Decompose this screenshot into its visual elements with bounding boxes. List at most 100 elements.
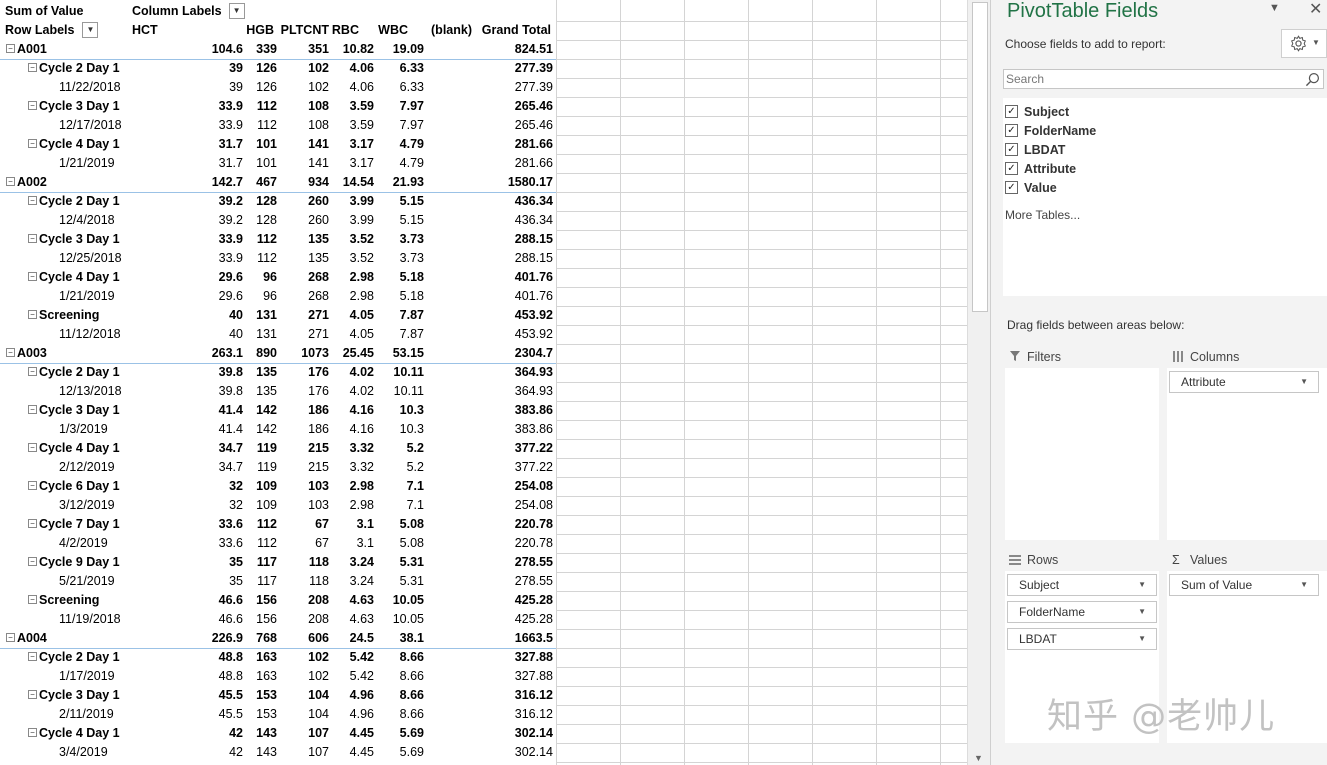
scrollbar-thumb[interactable]	[972, 2, 988, 312]
collapse-icon[interactable]: −	[28, 519, 37, 529]
subject-row[interactable]: − A002 142.7 467 934 14.54 21.93 1580.17	[0, 173, 556, 193]
value-cell-hgb[interactable]: 112	[217, 116, 277, 135]
value-cell-hgb[interactable]: 142	[217, 420, 277, 439]
tools-button[interactable]: ▼	[1281, 29, 1327, 58]
columns-area[interactable]: Attribute ▼	[1167, 368, 1327, 540]
row-label[interactable]: − Cycle 2 Day 1	[28, 648, 178, 667]
value-cell-blank[interactable]	[414, 572, 474, 591]
collapse-icon[interactable]: −	[28, 272, 37, 282]
date-row[interactable]: 1/17/2019 48.8 163 102 5.42 8.66 327.88	[0, 667, 556, 686]
value-cell-blank[interactable]	[414, 534, 474, 553]
row-label[interactable]: − A004	[6, 629, 156, 648]
value-cell-blank[interactable]	[414, 648, 474, 667]
folder-row[interactable]: − Screening 40 131 271 4.05 7.87 453.92	[0, 306, 556, 325]
collapse-icon[interactable]: −	[28, 234, 37, 244]
rows-area-chip[interactable]: LBDAT ▼	[1007, 628, 1157, 650]
row-label[interactable]: − Cycle 7 Day 1	[28, 515, 178, 534]
value-cell-hgb[interactable]: 135	[217, 363, 277, 382]
value-cell-blank[interactable]	[414, 287, 474, 306]
value-cell-grand-total[interactable]: 453.92	[493, 306, 553, 325]
value-cell-blank[interactable]	[414, 78, 474, 97]
collapse-icon[interactable]: −	[28, 728, 37, 738]
value-cell-grand-total[interactable]: 364.93	[493, 382, 553, 401]
folder-row[interactable]: − Screening 46.6 156 208 4.63 10.05 425.28	[0, 591, 556, 610]
value-cell-grand-total[interactable]: 281.66	[493, 135, 553, 154]
value-cell-hgb[interactable]: 109	[217, 496, 277, 515]
row-label[interactable]: − Screening	[28, 591, 178, 610]
value-cell-grand-total[interactable]: 254.08	[493, 477, 553, 496]
collapse-icon[interactable]: −	[28, 101, 37, 111]
folder-row[interactable]: − Cycle 6 Day 1 32 109 103 2.98 7.1 254.08	[0, 477, 556, 496]
value-cell-hgb[interactable]: 119	[217, 458, 277, 477]
value-cell-hgb[interactable]: 96	[217, 287, 277, 306]
folder-row[interactable]: − Cycle 4 Day 1 31.7 101 141 3.17 4.79 281.66	[0, 135, 556, 154]
value-cell-grand-total[interactable]: 288.15	[493, 230, 553, 249]
checkbox[interactable]: ✓	[1005, 124, 1018, 138]
value-cell-blank[interactable]	[414, 363, 474, 382]
row-label[interactable]: − Cycle 2 Day 1	[28, 363, 178, 382]
value-cell-blank[interactable]	[414, 667, 474, 686]
value-cell-grand-total[interactable]: 277.39	[493, 59, 553, 78]
value-cell-grand-total[interactable]: 2304.7	[493, 344, 553, 363]
date-row[interactable]: 11/19/2018 46.6 156 208 4.63 10.05 425.28	[0, 610, 556, 629]
collapse-icon[interactable]: −	[6, 633, 15, 643]
value-cell-hgb[interactable]: 143	[217, 743, 277, 762]
folder-row[interactable]: − Cycle 2 Day 1 39.2 128 260 3.99 5.15 436.34	[0, 192, 556, 211]
value-cell-blank[interactable]	[414, 496, 474, 515]
value-cell-grand-total[interactable]: 383.86	[493, 420, 553, 439]
value-cell-blank[interactable]	[414, 306, 474, 325]
checkbox[interactable]: ✓	[1005, 143, 1018, 157]
value-cell-grand-total[interactable]: 316.12	[493, 705, 553, 724]
collapse-icon[interactable]: −	[28, 443, 37, 453]
value-cell-grand-total[interactable]: 436.34	[493, 211, 553, 230]
row-label[interactable]: − Cycle 2 Day 1	[28, 59, 178, 78]
value-cell-blank[interactable]	[414, 382, 474, 401]
value-cell-grand-total[interactable]: 254.08	[493, 496, 553, 515]
date-row[interactable]: 1/21/2019 31.7 101 141 3.17 4.79 281.66	[0, 154, 556, 173]
column-header-grand-total[interactable]: Grand Total	[471, 21, 551, 40]
value-cell-blank[interactable]	[414, 97, 474, 116]
collapse-icon[interactable]: −	[28, 139, 37, 149]
value-cell-hgb[interactable]: 131	[217, 325, 277, 344]
value-cell-hgb[interactable]: 101	[217, 154, 277, 173]
folder-row[interactable]: − Cycle 7 Day 1 33.6 112 67 3.1 5.08 220.78	[0, 515, 556, 534]
value-cell-blank[interactable]	[414, 458, 474, 477]
date-row[interactable]: 2/12/2019 34.7 119 215 3.32 5.2 377.22	[0, 458, 556, 477]
vertical-scrollbar[interactable]: ▼	[967, 0, 990, 765]
row-label[interactable]: − Cycle 4 Day 1	[28, 439, 178, 458]
date-row[interactable]: 5/21/2019 35 117 118 3.24 5.31 278.55	[0, 572, 556, 591]
folder-row[interactable]: − Cycle 2 Day 1 39.8 135 176 4.02 10.11 364.93	[0, 363, 556, 382]
value-cell-grand-total[interactable]: 278.55	[493, 572, 553, 591]
row-label[interactable]: − Cycle 3 Day 1	[28, 686, 178, 705]
row-filter-dropdown-icon[interactable]: ▼	[82, 21, 99, 38]
row-label[interactable]: − Cycle 3 Day 1	[28, 230, 178, 249]
date-row[interactable]: 12/13/2018 39.8 135 176 4.02 10.11 364.93	[0, 382, 556, 401]
value-cell-blank[interactable]	[414, 591, 474, 610]
date-row[interactable]: 2/11/2019 45.5 153 104 4.96 8.66 316.12	[0, 705, 556, 724]
value-cell-blank[interactable]	[414, 629, 474, 648]
value-cell-grand-total[interactable]: 277.39	[493, 78, 553, 97]
value-cell-blank[interactable]	[414, 743, 474, 762]
folder-row[interactable]: − Cycle 2 Day 1 48.8 163 102 5.42 8.66 327.88	[0, 648, 556, 667]
value-cell-grand-total[interactable]: 401.76	[493, 287, 553, 306]
collapse-icon[interactable]: −	[28, 63, 37, 73]
values-area-chip[interactable]: Sum of Value ▼	[1169, 574, 1319, 596]
column-labels-header[interactable]: Column Labels ▼	[132, 2, 252, 21]
value-cell-blank[interactable]	[414, 724, 474, 743]
folder-row[interactable]: − Cycle 3 Day 1 45.5 153 104 4.96 8.66 316.12	[0, 686, 556, 705]
value-cell-hgb[interactable]: 153	[217, 705, 277, 724]
worksheet-grid[interactable]: Sum of Value Column Labels ▼ Row Labels ▼ HCT…	[0, 0, 967, 765]
folder-row[interactable]: − Cycle 9 Day 1 35 117 118 3.24 5.31 278.55	[0, 553, 556, 572]
close-icon[interactable]: ✕	[1309, 0, 1322, 19]
value-cell-grand-total[interactable]: 281.66	[493, 154, 553, 173]
value-cell-grand-total[interactable]: 220.78	[493, 534, 553, 553]
checkbox[interactable]: ✓	[1005, 162, 1018, 176]
collapse-icon[interactable]: −	[28, 196, 37, 206]
subject-row[interactable]: − A003 263.1 890 1073 25.45 53.15 2304.7	[0, 344, 556, 364]
subject-row[interactable]: − A004 226.9 768 606 24.5 38.1 1663.5	[0, 629, 556, 649]
value-cell-hgb[interactable]: 128	[217, 192, 277, 211]
value-cell-blank[interactable]	[414, 553, 474, 572]
value-cell-grand-total[interactable]: 1663.5	[493, 629, 553, 648]
rows-area-chip[interactable]: Subject ▼	[1007, 574, 1157, 596]
row-label[interactable]: − Cycle 9 Day 1	[28, 553, 178, 572]
